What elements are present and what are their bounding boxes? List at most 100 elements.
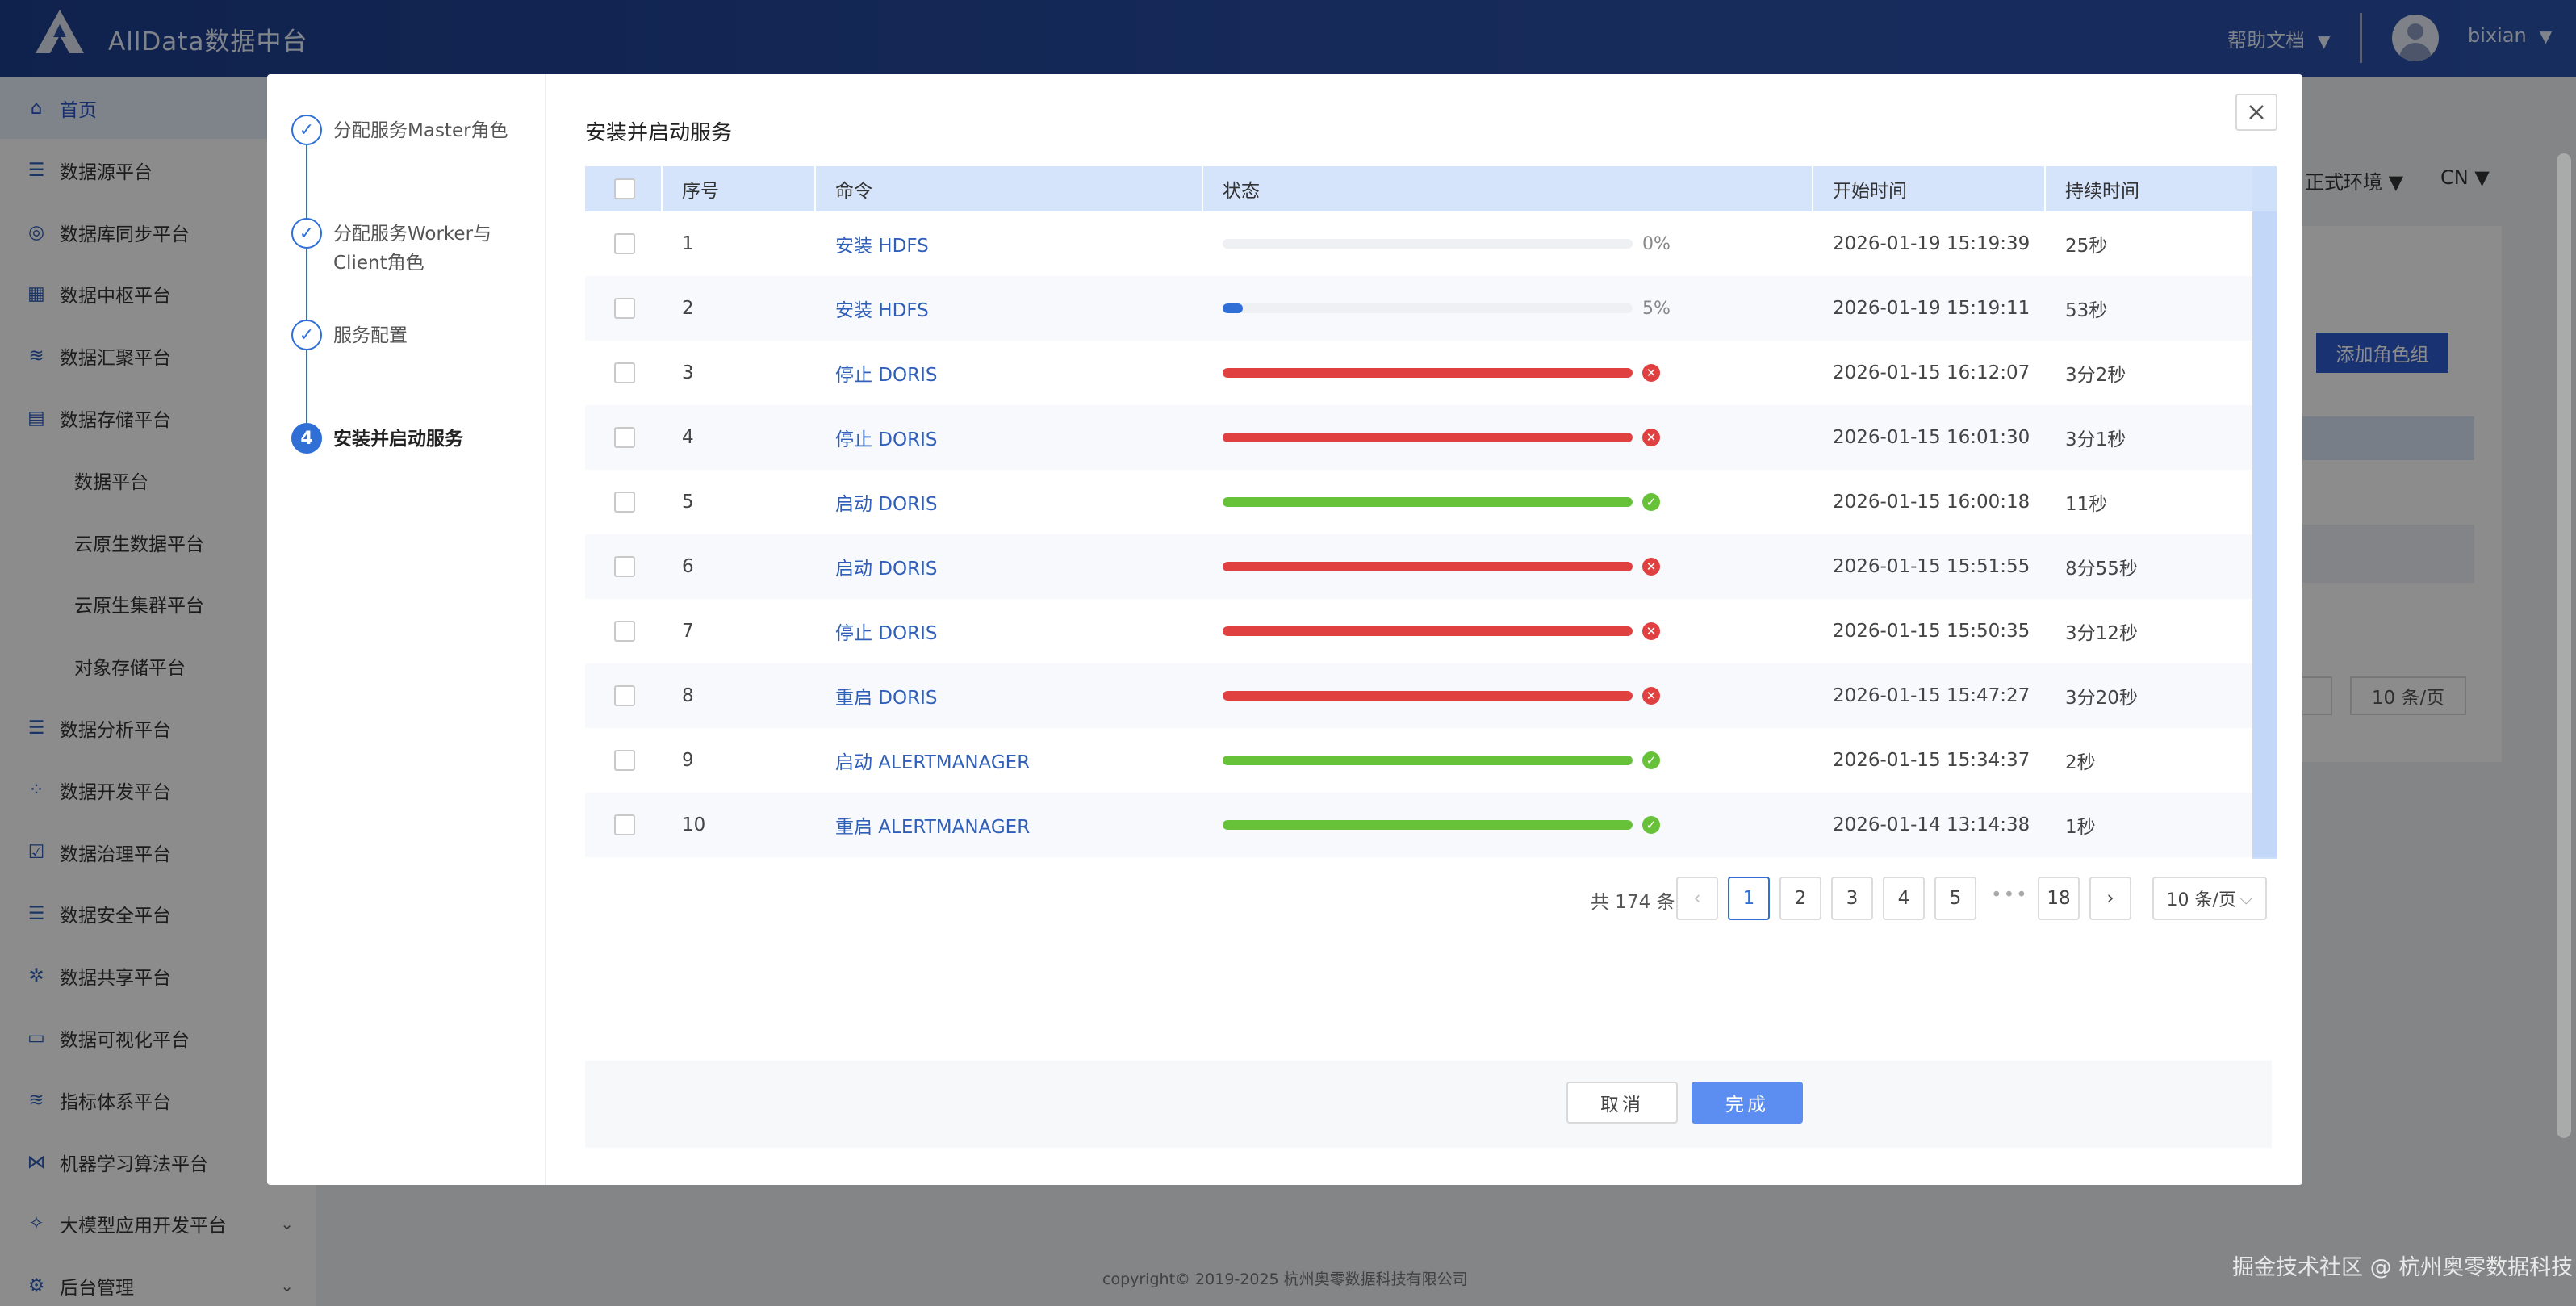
table-row[interactable]: 7 停止 DORIS ✕ 2026-01-15 15:50:35 3分12秒 xyxy=(585,599,2252,663)
page-size-select[interactable]: 10 条/页 ⌵ xyxy=(2152,877,2267,920)
chevron-down-icon: ⌵ xyxy=(2239,888,2253,909)
progress-fill xyxy=(1223,497,1633,507)
step-label: 服务配置 xyxy=(333,325,408,346)
error-icon: ✕ xyxy=(1642,687,1660,705)
row-checkbox[interactable] xyxy=(614,556,635,577)
column-header-start-time[interactable]: 开始时间 xyxy=(1813,166,2046,211)
command-link[interactable]: 启动 ALERTMANAGER xyxy=(816,728,1203,793)
done-button[interactable]: 完成 xyxy=(1692,1082,1803,1124)
page-button[interactable]: 3 xyxy=(1831,877,1873,920)
prev-page-button[interactable]: ‹ xyxy=(1676,877,1718,920)
row-index: 7 xyxy=(682,621,694,642)
check-icon: ✓ xyxy=(291,218,322,249)
close-button[interactable] xyxy=(2235,94,2277,131)
row-checkbox[interactable] xyxy=(614,233,635,254)
row-checkbox[interactable] xyxy=(614,492,635,513)
close-icon xyxy=(2249,105,2264,119)
progress-fill xyxy=(1223,303,1244,313)
success-icon: ✓ xyxy=(1642,751,1660,769)
column-header-index[interactable]: 序号 xyxy=(663,166,816,211)
progress-fill xyxy=(1223,626,1633,636)
row-index: 5 xyxy=(682,492,694,513)
table-header: 序号 命令 状态 开始时间 持续时间 xyxy=(585,166,2252,211)
step-service-config[interactable]: ✓ 服务配置 xyxy=(291,320,533,350)
table-row[interactable]: 3 停止 DORIS ✕ 2026-01-15 16:12:07 3分2秒 xyxy=(585,341,2252,405)
page-button[interactable]: 1 xyxy=(1728,877,1770,920)
table-row[interactable]: 9 启动 ALERTMANAGER ✓ 2026-01-15 15:34:37 2秒 xyxy=(585,728,2252,793)
progress-bar xyxy=(1223,691,1633,701)
page-button-last[interactable]: 18 xyxy=(2038,877,2080,920)
page-scrollbar[interactable] xyxy=(2557,153,2571,1138)
status-cell: ✕ xyxy=(1203,341,1813,405)
next-page-button[interactable]: › xyxy=(2089,877,2131,920)
duration: 1秒 xyxy=(2065,817,2096,838)
progress-bar xyxy=(1223,433,1633,442)
table-row[interactable]: 8 重启 DORIS ✕ 2026-01-15 15:47:27 3分20秒 xyxy=(585,663,2252,728)
table-row[interactable]: 4 停止 DORIS ✕ 2026-01-15 16:01:30 3分1秒 xyxy=(585,405,2252,470)
chevron-left-icon: ‹ xyxy=(1693,888,1701,909)
command-link[interactable]: 启动 DORIS xyxy=(816,534,1203,599)
command-link[interactable]: 启动 DORIS xyxy=(816,470,1203,534)
progress-fill xyxy=(1223,820,1633,830)
column-header-command[interactable]: 命令 xyxy=(816,166,1203,211)
table-row[interactable]: 5 启动 DORIS ✓ 2026-01-15 16:00:18 11秒 xyxy=(585,470,2252,534)
column-header-status[interactable]: 状态 xyxy=(1203,166,1813,211)
row-checkbox[interactable] xyxy=(614,814,635,835)
step-install-start[interactable]: 4 安装并启动服务 xyxy=(291,423,533,454)
cancel-button[interactable]: 取消 xyxy=(1566,1082,1678,1124)
row-index: 9 xyxy=(682,750,694,771)
progress-bar xyxy=(1223,562,1633,571)
progress-bar xyxy=(1223,303,1633,313)
duration: 2秒 xyxy=(2065,752,2096,773)
command-link[interactable]: 停止 DORIS xyxy=(816,341,1203,405)
error-icon: ✕ xyxy=(1642,558,1660,576)
status-cell: ✕ xyxy=(1203,663,1813,728)
table-row[interactable]: 6 启动 DORIS ✕ 2026-01-15 15:51:55 8分55秒 xyxy=(585,534,2252,599)
select-all-cell xyxy=(585,166,663,211)
row-checkbox[interactable] xyxy=(614,685,635,706)
row-select-cell xyxy=(585,276,663,341)
start-time: 2026-01-15 15:51:55 xyxy=(1833,556,2030,577)
step-assign-worker[interactable]: ✓ 分配服务Worker与Client角色 xyxy=(291,218,533,278)
table-scrollbar-thumb[interactable] xyxy=(2252,211,2277,857)
command-link[interactable]: 重启 DORIS xyxy=(816,663,1203,728)
table-row[interactable]: 1 安装 HDFS 0% 2026-01-19 15:19:39 25秒 xyxy=(585,211,2252,276)
row-select-cell xyxy=(585,534,663,599)
command-link[interactable]: 停止 DORIS xyxy=(816,405,1203,470)
modal-title: 安装并启动服务 xyxy=(585,121,733,145)
row-select-cell xyxy=(585,211,663,276)
check-icon: ✓ xyxy=(291,320,322,350)
command-link[interactable]: 安装 HDFS xyxy=(816,276,1203,341)
page-button[interactable]: 4 xyxy=(1883,877,1925,920)
command-link[interactable]: 重启 ALERTMANAGER xyxy=(816,793,1203,857)
start-time: 2026-01-19 15:19:11 xyxy=(1833,298,2030,319)
row-checkbox[interactable] xyxy=(614,427,635,448)
step-assign-master[interactable]: ✓ 分配服务Master角色 xyxy=(291,115,533,145)
command-link[interactable]: 停止 DORIS xyxy=(816,599,1203,663)
progress-bar xyxy=(1223,820,1633,830)
status-cell: ✕ xyxy=(1203,599,1813,663)
table-row[interactable]: 10 重启 ALERTMANAGER ✓ 2026-01-14 13:14:38 1秒 xyxy=(585,793,2252,857)
row-checkbox[interactable] xyxy=(614,621,635,642)
status-cell: ✕ xyxy=(1203,405,1813,470)
column-header-duration[interactable]: 持续时间 xyxy=(2046,166,2252,211)
row-checkbox[interactable] xyxy=(614,298,635,319)
progress-bar xyxy=(1223,626,1633,636)
pagination-ellipsis[interactable]: ••• xyxy=(1991,885,2029,906)
error-icon: ✕ xyxy=(1642,622,1660,640)
row-checkbox[interactable] xyxy=(614,750,635,771)
select-all-checkbox[interactable] xyxy=(614,178,635,199)
table-row[interactable]: 2 安装 HDFS 5% 2026-01-19 15:19:11 53秒 xyxy=(585,276,2252,341)
status-cell: 5% xyxy=(1203,276,1813,341)
progress-percent: 5% xyxy=(1642,298,1671,319)
page-button[interactable]: 2 xyxy=(1779,877,1821,920)
command-link[interactable]: 安装 HDFS xyxy=(816,211,1203,276)
row-checkbox[interactable] xyxy=(614,362,635,383)
page-button[interactable]: 5 xyxy=(1934,877,1976,920)
start-time: 2026-01-19 15:19:39 xyxy=(1833,233,2030,254)
start-time: 2026-01-14 13:14:38 xyxy=(1833,814,2030,835)
start-time: 2026-01-15 16:01:30 xyxy=(1833,427,2030,448)
duration: 11秒 xyxy=(2065,494,2108,515)
error-icon: ✕ xyxy=(1642,364,1660,382)
row-select-cell xyxy=(585,341,663,405)
